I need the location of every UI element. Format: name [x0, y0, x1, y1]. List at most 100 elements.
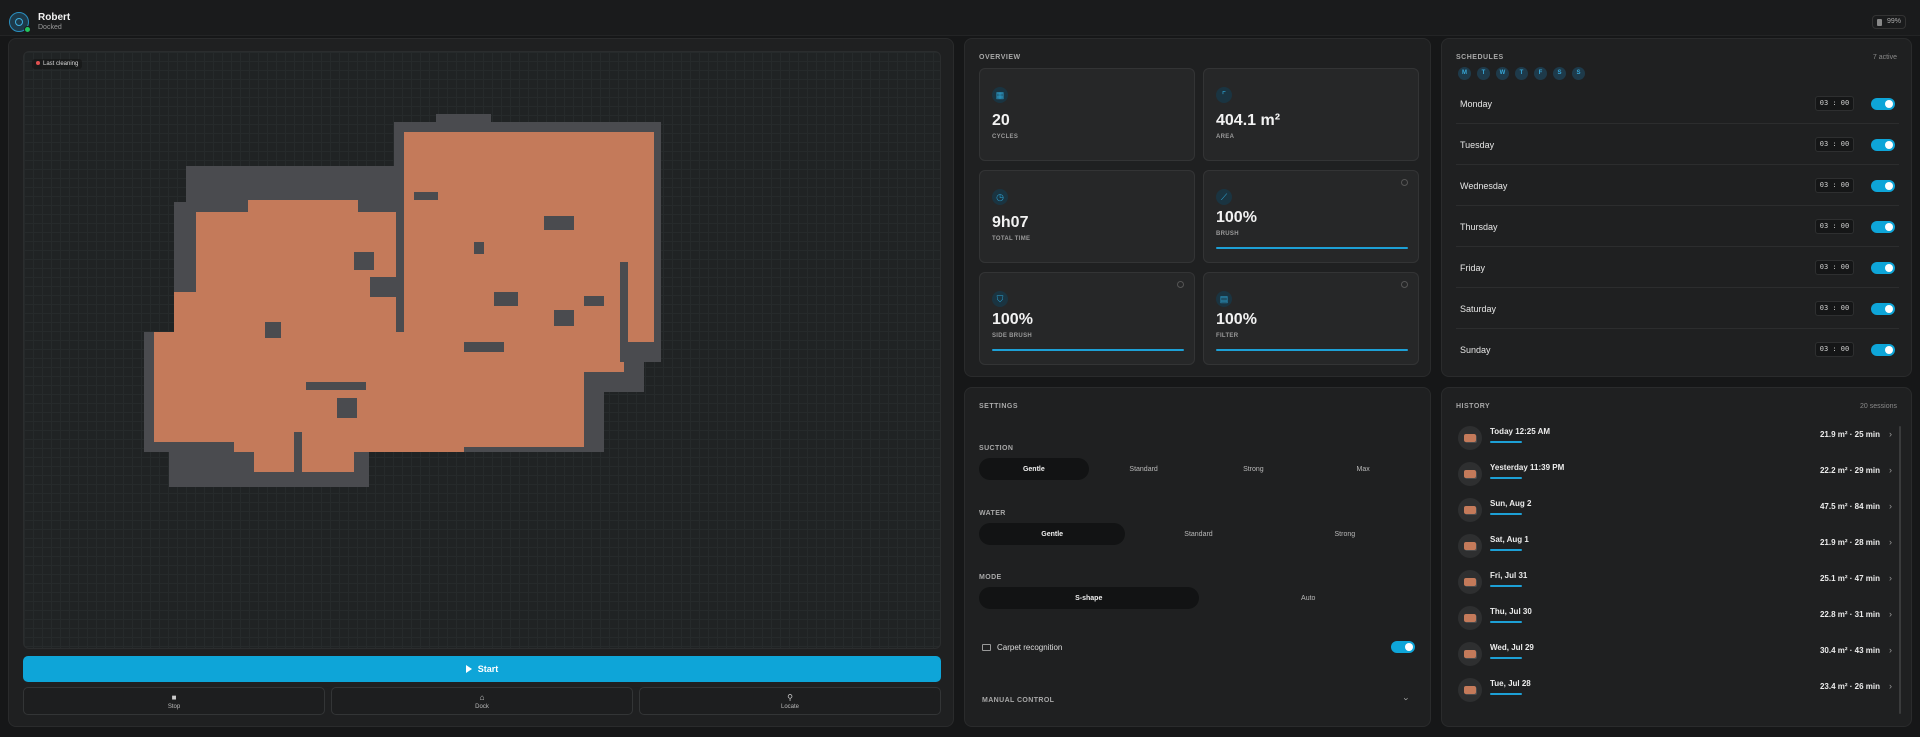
- history-date: Thu, Jul 30: [1490, 607, 1532, 616]
- day-chip-thu[interactable]: T: [1515, 67, 1528, 80]
- history-item[interactable]: Today 12:25 AM 21.9 m² · 25 min ›: [1456, 421, 1894, 457]
- map-thumbnail: [1458, 426, 1482, 450]
- suction-label: SUCTION: [979, 445, 1014, 452]
- dock-button[interactable]: ⌂ Dock: [331, 687, 633, 715]
- cycles-tile: ▦ 20 CYCLES: [979, 68, 1195, 161]
- chevron-right-icon: ›: [1889, 681, 1892, 691]
- schedule-time[interactable]: 03 : 00: [1815, 301, 1854, 316]
- robot-status: Docked: [38, 24, 62, 31]
- schedules-active-count: 7 active: [1872, 54, 1897, 61]
- side-brush-value: 100%: [992, 311, 1033, 328]
- history-stats: 30.4 m² · 43 min: [1819, 646, 1880, 655]
- history-scrollbar[interactable]: [1899, 426, 1901, 714]
- history-date: Tue, Jul 28: [1490, 679, 1531, 688]
- schedule-toggle[interactable]: [1871, 262, 1895, 274]
- schedule-time[interactable]: 03 : 00: [1815, 219, 1854, 234]
- chevron-down-icon[interactable]: ›: [1402, 698, 1412, 701]
- reset-icon[interactable]: [1401, 179, 1408, 186]
- history-item[interactable]: Thu, Jul 30 22.8 m² · 31 min ›: [1456, 601, 1894, 637]
- filter-level-bar: [1216, 349, 1408, 351]
- water-label: WATER: [979, 510, 1006, 517]
- schedule-row: Monday 03 : 00: [1456, 83, 1899, 124]
- map-thumbnail: [1458, 642, 1482, 666]
- total-time-label: TOTAL TIME: [992, 236, 1031, 242]
- schedule-row: Thursday 03 : 00: [1456, 206, 1899, 247]
- history-date: Sat, Aug 1: [1490, 535, 1529, 544]
- schedule-time[interactable]: 03 : 00: [1815, 137, 1854, 152]
- overview-card: OVERVIEW ▦ 20 CYCLES ⌜ 404.1 m² AREA ◷ 9…: [964, 38, 1431, 377]
- top-bar: Robert Docked 99%: [0, 0, 1920, 36]
- schedule-row: Saturday 03 : 00: [1456, 288, 1899, 329]
- schedule-time[interactable]: 03 : 00: [1815, 342, 1854, 357]
- cycles-label: CYCLES: [992, 134, 1019, 140]
- schedule-time[interactable]: 03 : 00: [1815, 178, 1854, 193]
- day-chip-sat[interactable]: S: [1553, 67, 1566, 80]
- chevron-right-icon: ›: [1889, 609, 1892, 619]
- day-chip-mon[interactable]: M: [1458, 67, 1471, 80]
- day-chip-sun[interactable]: S: [1572, 67, 1585, 80]
- schedules-card: SCHEDULES 7 active M T W T F S S Monday …: [1441, 38, 1912, 377]
- schedule-toggle[interactable]: [1871, 98, 1895, 110]
- water-option-strong[interactable]: Strong: [1272, 523, 1418, 545]
- schedule-toggle[interactable]: [1871, 303, 1895, 315]
- side-brush-label: SIDE BRUSH: [992, 333, 1033, 339]
- chevron-right-icon: ›: [1889, 429, 1892, 439]
- schedule-row: Sunday 03 : 00: [1456, 329, 1899, 370]
- area-icon: ⌜: [1216, 87, 1232, 103]
- suction-selector: Gentle Standard Strong Max: [979, 458, 1418, 480]
- floor-map: [144, 114, 661, 487]
- carpet-recognition-toggle[interactable]: [1391, 641, 1415, 653]
- day-chip-fri[interactable]: F: [1534, 67, 1547, 80]
- history-item[interactable]: Sat, Aug 1 21.9 m² · 28 min ›: [1456, 529, 1894, 565]
- water-option-gentle[interactable]: Gentle: [979, 523, 1126, 545]
- start-button-label: Start: [477, 664, 499, 674]
- schedule-time[interactable]: 03 : 00: [1815, 96, 1854, 111]
- stop-button[interactable]: ■ Stop: [23, 687, 325, 715]
- history-item[interactable]: Fri, Jul 31 25.1 m² · 47 min ›: [1456, 565, 1894, 601]
- mode-option-s-shape[interactable]: S-shape: [979, 587, 1199, 609]
- robot-name: Robert: [38, 12, 71, 23]
- history-item[interactable]: Tue, Jul 28 23.4 m² · 26 min ›: [1456, 673, 1894, 709]
- suction-option-standard[interactable]: Standard: [1089, 458, 1199, 480]
- schedule-toggle[interactable]: [1871, 139, 1895, 151]
- suction-option-strong[interactable]: Strong: [1199, 458, 1309, 480]
- reset-icon[interactable]: [1177, 281, 1184, 288]
- history-stats: 25.1 m² · 47 min: [1819, 574, 1880, 583]
- suction-option-gentle[interactable]: Gentle: [979, 458, 1089, 480]
- history-stats: 47.5 m² · 84 min: [1819, 502, 1880, 511]
- history-item[interactable]: Sun, Aug 2 47.5 m² · 84 min ›: [1456, 493, 1894, 529]
- suction-option-max[interactable]: Max: [1308, 458, 1418, 480]
- grid-icon: ▦: [992, 87, 1008, 103]
- manual-control-header[interactable]: MANUAL CONTROL: [982, 697, 1054, 704]
- water-option-standard[interactable]: Standard: [1125, 523, 1271, 545]
- stop-icon: ■: [171, 692, 177, 702]
- locate-button[interactable]: ⚲ Locate: [639, 687, 941, 715]
- history-card: HISTORY 20 sessions Today 12:25 AM 21.9 …: [1441, 387, 1912, 727]
- carpet-recognition-label: Carpet recognition: [997, 643, 1063, 652]
- history-date: Wed, Jul 29: [1490, 643, 1534, 652]
- schedule-time[interactable]: 03 : 00: [1815, 260, 1854, 275]
- map-thumbnail: [1458, 570, 1482, 594]
- chevron-right-icon: ›: [1889, 537, 1892, 547]
- brush-icon: ⟋: [1216, 189, 1232, 205]
- map-view[interactable]: Last cleaning: [23, 51, 941, 649]
- mode-label: MODE: [979, 574, 1002, 581]
- day-chip-wed[interactable]: W: [1496, 67, 1509, 80]
- filter-tile: ▤ 100% FILTER: [1203, 272, 1419, 365]
- history-item[interactable]: Yesterday 11:39 PM 22.2 m² · 29 min ›: [1456, 457, 1894, 493]
- day-chip-tue[interactable]: T: [1477, 67, 1490, 80]
- schedule-toggle[interactable]: [1871, 344, 1895, 356]
- schedule-toggle[interactable]: [1871, 180, 1895, 192]
- brush-level-bar: [1216, 247, 1408, 249]
- locate-label: Locate: [780, 703, 799, 710]
- history-stats: 22.2 m² · 29 min: [1819, 466, 1880, 475]
- mode-option-auto[interactable]: Auto: [1199, 587, 1419, 609]
- total-time-tile: ◷ 9h07 TOTAL TIME: [979, 170, 1195, 263]
- history-stats: 21.9 m² · 28 min: [1819, 538, 1880, 547]
- history-item[interactable]: Wed, Jul 29 30.4 m² · 43 min ›: [1456, 637, 1894, 673]
- start-button[interactable]: Start: [23, 656, 941, 682]
- history-stats: 22.8 m² · 31 min: [1819, 610, 1880, 619]
- reset-icon[interactable]: [1401, 281, 1408, 288]
- schedule-toggle[interactable]: [1871, 221, 1895, 233]
- map-thumbnail: [1458, 678, 1482, 702]
